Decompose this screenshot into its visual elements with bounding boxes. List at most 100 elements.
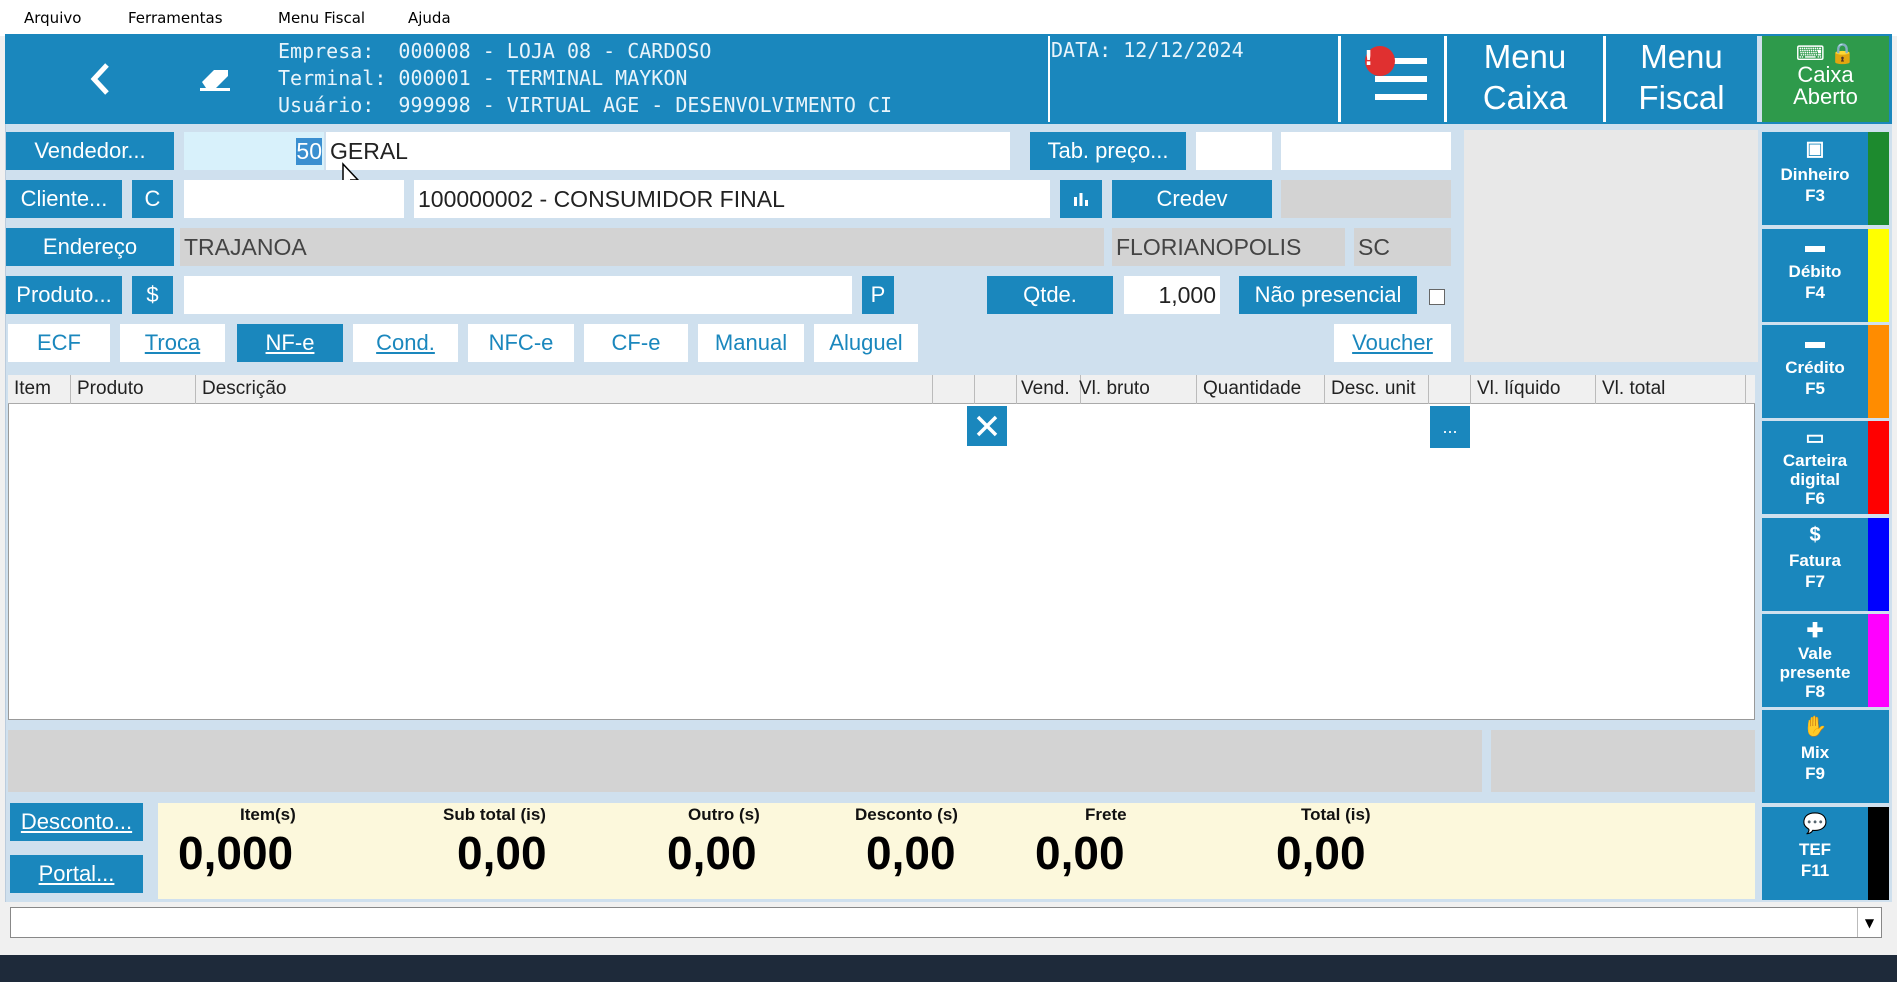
pay-debito-button[interactable]: ▬ Débito F4 (1762, 229, 1868, 322)
status-panel-right (1491, 730, 1755, 792)
tab-nfce[interactable]: NFC-e (468, 324, 574, 362)
tab-preco-name-field (1281, 132, 1451, 170)
col-vl-liquido[interactable]: Vl. líquido (1471, 375, 1596, 404)
pay-credito-key: F5 (1805, 379, 1825, 398)
qtde-input[interactable]: 1,000 (1124, 276, 1220, 314)
col-desc-unit[interactable]: Desc. unit (1325, 375, 1429, 404)
message-combo[interactable]: ▼ (10, 907, 1882, 938)
vale-color-stripe (1868, 614, 1889, 707)
menu-fiscal-button[interactable]: Menu Fiscal (1606, 36, 1757, 122)
menu-arquivo[interactable]: Arquivo (24, 9, 81, 27)
session-info: Empresa: 000008 - LOJA 08 - CARDOSO Termi… (278, 38, 1040, 119)
cliente-chart-button[interactable] (1060, 180, 1102, 218)
tab-aluguel[interactable]: Aluguel (814, 324, 918, 362)
credito-color-stripe (1868, 325, 1889, 418)
nao-presencial-button[interactable]: Não presencial (1239, 276, 1417, 314)
col-vl-bruto[interactable]: Vl. bruto (1073, 375, 1197, 404)
tab-ecf[interactable]: ECF (8, 324, 110, 362)
tab-cond[interactable]: Cond. (353, 324, 458, 362)
keyboard-lock-icon: ⌨ 🔒 (1795, 43, 1856, 65)
remove-item-button[interactable] (967, 406, 1007, 446)
outro-value: 0,00 (667, 827, 757, 879)
nao-presencial-checkbox[interactable] (1429, 289, 1445, 305)
close-icon (976, 415, 998, 437)
empresa-line: Empresa: 000008 - LOJA 08 - CARDOSO (278, 39, 712, 63)
pay-tef-key: F11 (1800, 861, 1830, 880)
pay-vale-key: F8 (1805, 682, 1825, 701)
credev-button[interactable]: Credev (1112, 180, 1272, 218)
menu-caixa-line2: Caixa (1482, 79, 1568, 116)
voucher-button[interactable]: Voucher (1334, 324, 1451, 362)
date-text: DATA: 12/12/2024 (1051, 38, 1244, 62)
caixa-status-button[interactable]: ⌨ 🔒 Caixa Aberto (1762, 36, 1889, 122)
gift-icon: ✚ (1806, 620, 1824, 642)
items-grid[interactable] (8, 375, 1755, 720)
mix-color-stripe (1868, 710, 1889, 803)
pay-carteira-label2: digital (1789, 470, 1841, 489)
pay-credito-button[interactable]: ▬ Crédito F5 (1762, 325, 1868, 418)
pay-fatura-button[interactable]: $ Fatura F7 (1762, 518, 1868, 611)
back-button[interactable] (60, 36, 140, 122)
col-produto[interactable]: Produto (71, 375, 196, 404)
col-blank-1[interactable] (933, 375, 975, 404)
bar-chart-icon (1074, 193, 1088, 206)
cliente-button[interactable]: Cliente... (6, 180, 122, 218)
pay-dinheiro-button[interactable]: ▣ Dinheiro F3 (1762, 132, 1868, 225)
pay-carteira-button[interactable]: ▭ Carteira digital F6 (1762, 421, 1868, 514)
col-blank-3[interactable] (1429, 375, 1471, 404)
vendedor-button[interactable]: Vendedor... (6, 132, 174, 170)
col-blank-2[interactable] (975, 375, 1017, 404)
pay-vale-button[interactable]: ✚ Vale presente F8 (1762, 614, 1868, 707)
tab-manual[interactable]: Manual (698, 324, 804, 362)
col-vl-total[interactable]: Vl. total (1596, 375, 1746, 404)
menu-ferramentas[interactable]: Ferramentas (128, 9, 223, 27)
produto-button[interactable]: Produto... (6, 276, 122, 314)
produto-input[interactable] (184, 276, 852, 314)
pay-vale-label2: presente (1779, 663, 1851, 682)
vendedor-code-input[interactable]: 50 (184, 132, 324, 170)
tab-cfe[interactable]: CF-e (584, 324, 688, 362)
desconto-total-label: Desconto (s) (855, 805, 958, 824)
col-descricao[interactable]: Descrição (196, 375, 933, 404)
pay-mix-button[interactable]: ✋ Mix F9 (1762, 710, 1868, 803)
grid-header: Item Produto Descrição Vend. Vl. bruto Q… (8, 375, 1755, 404)
portal-button[interactable]: Portal... (10, 855, 143, 893)
endereco-button[interactable]: Endereço (6, 228, 174, 266)
frete-label: Frete (1085, 805, 1127, 824)
card-icon: ▬ (1805, 235, 1825, 257)
chevron-left-icon (90, 63, 109, 95)
cliente-c-button[interactable]: C (132, 180, 173, 218)
desconto-button[interactable]: Desconto... (10, 803, 143, 841)
menu-ajuda[interactable]: Ajuda (408, 9, 451, 27)
total-value: 0,00 (1276, 827, 1366, 879)
menu-caixa-line1: Menu (1483, 38, 1567, 75)
chevron-down-icon[interactable]: ▼ (1857, 908, 1881, 937)
col-quantidade[interactable]: Quantidade (1197, 375, 1325, 404)
main-menu-button[interactable]: ! (1341, 36, 1444, 122)
produto-price-button[interactable]: $ (132, 276, 173, 314)
terminal-line: Terminal: 000001 - TERMINAL MAYKON (278, 66, 688, 90)
clear-button[interactable] (180, 36, 250, 122)
cliente-code-input[interactable] (184, 180, 404, 218)
menu-caixa-button[interactable]: Menu Caixa (1447, 36, 1603, 122)
pay-debito-label: Débito (1788, 262, 1842, 281)
tab-nfe[interactable]: NF-e (237, 324, 343, 362)
col-vend[interactable]: Vend. (1017, 375, 1081, 404)
tab-troca[interactable]: Troca (120, 324, 225, 362)
info-panel (1464, 130, 1758, 362)
col-item[interactable]: Item (8, 375, 71, 404)
items-count-label: Item(s) (240, 805, 296, 824)
pay-vale-label1: Vale (1797, 644, 1833, 663)
taskbar (0, 955, 1897, 982)
frete-value: 0,00 (1035, 827, 1125, 879)
produto-p-button[interactable]: P (862, 276, 894, 314)
qtde-button[interactable]: Qtde. (987, 276, 1113, 314)
tab-preco-button[interactable]: Tab. preço... (1030, 132, 1186, 170)
menu-fiscal-item[interactable]: Menu Fiscal (278, 9, 365, 27)
menu-fiscal-line2: Fiscal (1638, 79, 1725, 116)
pay-tef-button[interactable]: 💬 TEF F11 (1762, 807, 1868, 900)
tab-preco-code-input[interactable] (1196, 132, 1272, 170)
item-details-button[interactable]: ... (1430, 406, 1470, 448)
credev-value-field (1281, 180, 1451, 218)
cidade-field: FLORIANOPOLIS (1112, 228, 1345, 266)
